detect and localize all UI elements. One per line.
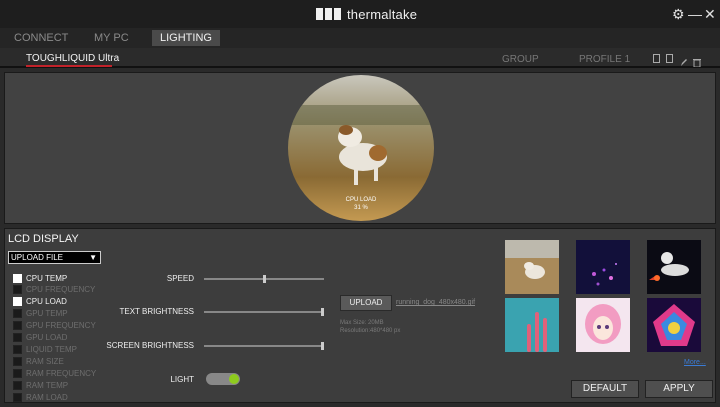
group-button[interactable]: GROUP (502, 54, 539, 65)
metric-checkbox[interactable] (13, 273, 22, 283)
tab-lighting[interactable]: LIGHTING (152, 30, 220, 46)
lcd-display-title: LCD DISPLAY (8, 233, 79, 245)
slider-label: SPEED (166, 274, 194, 283)
metric-checkbox[interactable] (13, 368, 22, 378)
upload-button[interactable]: UPLOAD (340, 295, 392, 311)
gallery-astronaut-rocket[interactable] (647, 240, 701, 294)
gallery-running-dog[interactable] (505, 240, 559, 294)
device-name[interactable]: TOUGHLIQUID Ultra (26, 53, 119, 64)
metric-checkbox-row[interactable]: RAM TEMP (13, 380, 68, 390)
metric-checkbox-row[interactable]: RAM LOAD (13, 392, 68, 402)
slider-label: TEXT BRIGHTNESS (119, 307, 194, 316)
default-button[interactable]: DEFAULT (571, 380, 639, 398)
slider-label: SCREEN BRIGHTNESS (106, 341, 194, 350)
more-gallery-link[interactable]: More... (684, 359, 706, 366)
lcd-preview-screen: CPU LOAD 31 % (288, 75, 434, 221)
resolution-hint: Resolution:480*480 px (340, 328, 401, 334)
metric-checkbox[interactable] (13, 344, 22, 354)
light-label: LIGHT (170, 375, 194, 384)
tab-my-pc[interactable]: MY PC (86, 30, 137, 46)
metric-checkbox-label: RAM SIZE (26, 356, 64, 366)
slider-thumb[interactable] (321, 342, 324, 350)
lcd-preview-panel: CPU LOAD 31 % (4, 72, 716, 224)
metric-checkbox-row[interactable]: GPU LOAD (13, 333, 67, 343)
delete-icon[interactable] (693, 54, 701, 68)
dropdown-arrow-icon: ▼ (89, 253, 97, 262)
main-nav: CONNECT MY PC LIGHTING (0, 28, 720, 48)
metric-checkbox[interactable] (13, 380, 22, 390)
profile-selector[interactable]: PROFILE 1 (579, 54, 630, 65)
gallery-anime-girl[interactable] (576, 298, 630, 352)
save-icon[interactable] (653, 54, 660, 63)
slider-track[interactable] (204, 275, 324, 283)
slider-track[interactable] (204, 342, 324, 350)
metric-checkbox[interactable] (13, 392, 22, 402)
metric-checkbox-row[interactable]: GPU TEMP (13, 309, 68, 319)
apply-button[interactable]: APPLY (645, 380, 713, 398)
metric-checkbox[interactable] (13, 297, 22, 307)
gallery-coral-cyan[interactable] (505, 298, 559, 352)
settings-gear-icon[interactable]: ⚙ (672, 5, 685, 23)
metric-checkbox[interactable] (13, 321, 22, 331)
minimize-icon[interactable]: — (688, 5, 702, 23)
uploaded-file-name[interactable]: running_dog_480x480.gif (396, 299, 475, 306)
edit-icon[interactable] (680, 54, 688, 66)
title-bar: thermaltake ⚙ — ✕ (0, 0, 720, 28)
metric-checkbox-row[interactable]: LIQUID TEMP (13, 344, 77, 354)
device-bar: TOUGHLIQUID Ultra GROUP PROFILE 1 (0, 48, 720, 68)
metric-checkbox-label: GPU LOAD (26, 333, 68, 342)
metric-checkbox[interactable] (13, 356, 22, 366)
metric-checkbox-row[interactable]: CPU FREQUENCY (13, 285, 95, 295)
metric-checkbox[interactable] (13, 285, 22, 295)
mode-select[interactable]: UPLOAD FILE ▼ (8, 251, 101, 264)
thermaltake-logo-icon (316, 8, 341, 20)
gallery-purple-particles[interactable] (576, 240, 630, 294)
mode-select-value: UPLOAD FILE (11, 253, 64, 262)
preview-metric-value: 31 % (354, 205, 368, 211)
brand-name: thermaltake (347, 6, 418, 22)
slider-track[interactable] (204, 308, 324, 316)
light-toggle-knob (229, 374, 239, 384)
brand-logo: thermaltake (316, 6, 417, 22)
metric-checkbox-label: RAM TEMP (26, 380, 69, 390)
metric-checkbox-label: GPU FREQUENCY (26, 321, 96, 331)
metric-checkbox-label: CPU TEMP (26, 273, 68, 283)
metric-checkbox-label: CPU LOAD (26, 297, 67, 307)
metric-checkbox-label: CPU FREQUENCY (26, 285, 96, 295)
metric-checkbox[interactable] (13, 309, 22, 319)
tab-connect[interactable]: CONNECT (6, 30, 76, 46)
metric-checkbox-row[interactable]: CPU TEMP (13, 273, 67, 283)
copy-icon[interactable] (666, 54, 673, 63)
close-icon[interactable]: ✕ (704, 5, 716, 23)
metric-checkbox-row[interactable]: CPU LOAD (13, 297, 67, 307)
light-toggle[interactable] (206, 373, 240, 385)
metric-checkbox-row[interactable]: RAM SIZE (13, 356, 64, 366)
metric-checkbox-label: GPU TEMP (26, 309, 68, 319)
metric-checkbox-row[interactable]: GPU FREQUENCY (13, 321, 96, 331)
metric-checkbox-label: RAM LOAD (26, 392, 68, 402)
metric-checkbox-label: LIQUID TEMP (26, 344, 77, 354)
max-size-hint: Max Size: 20MB (340, 320, 384, 326)
slider-thumb[interactable] (321, 308, 324, 316)
device-underline (26, 65, 112, 67)
gallery-neon-wow[interactable] (647, 298, 701, 352)
metric-checkbox[interactable] (13, 333, 22, 342)
preview-metric-label: CPU LOAD (345, 197, 377, 203)
slider-thumb[interactable] (263, 275, 266, 283)
